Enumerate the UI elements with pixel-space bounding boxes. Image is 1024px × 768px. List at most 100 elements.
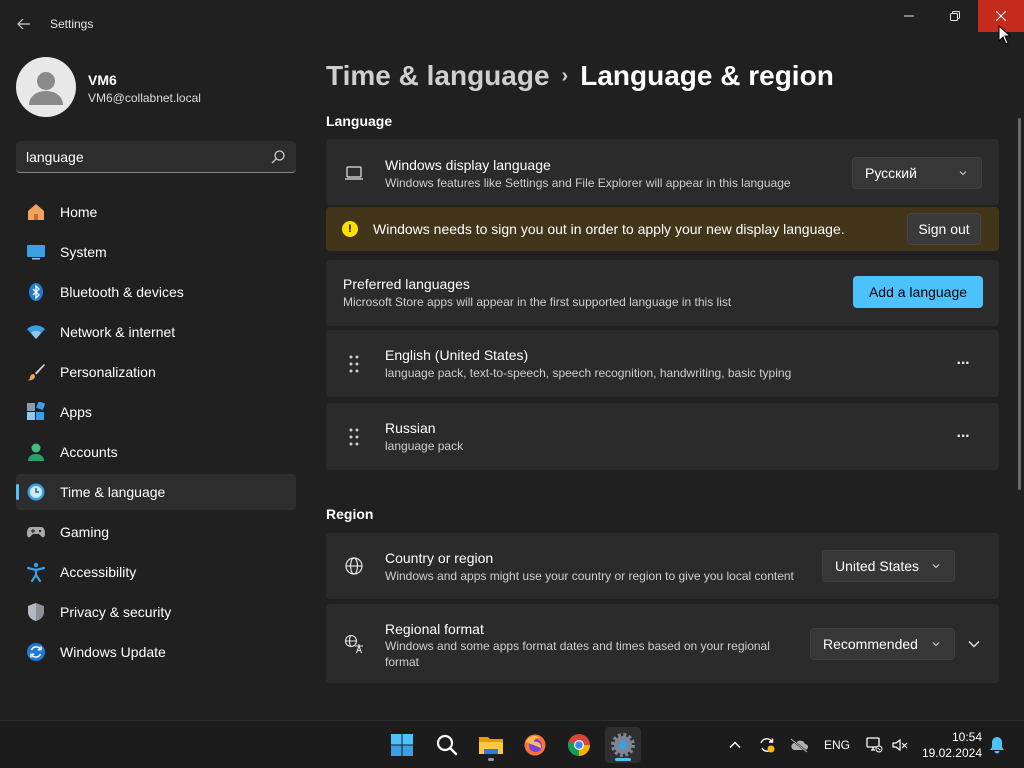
display-language-description: Windows features like Settings and File …: [385, 176, 791, 190]
back-arrow-icon: [17, 18, 30, 30]
breadcrumb-parent[interactable]: Time & language: [326, 60, 550, 91]
clock-date[interactable]: 19.02.2024: [914, 746, 982, 760]
language-item-english[interactable]: English (United States) language pack, t…: [326, 330, 999, 397]
minimize-icon: [904, 15, 914, 17]
notifications-button[interactable]: [987, 735, 1007, 755]
display-language-selected: Русский: [865, 165, 917, 181]
regional-format-card[interactable]: Regional format Windows and some apps fo…: [326, 604, 999, 683]
active-indicator: [615, 758, 631, 761]
regional-format-icon: [344, 634, 363, 654]
search-icon[interactable]: [270, 149, 286, 165]
display-language-dropdown[interactable]: Русский: [852, 157, 982, 189]
region-section-title: Region: [326, 506, 374, 522]
main-content: Time & language › Language & region Langua…: [310, 48, 1024, 720]
gamepad-icon: [27, 527, 45, 538]
more-options-button[interactable]: ···: [947, 348, 979, 380]
sidebar-item-label: Accessibility: [60, 564, 137, 580]
language-features: language pack, text-to-speech, speech re…: [385, 366, 792, 380]
scrollbar[interactable]: [1018, 118, 1021, 490]
apps-icon: [27, 402, 46, 420]
tray-volume[interactable]: [890, 735, 910, 755]
search-icon: [436, 734, 458, 756]
app-title: Settings: [50, 17, 94, 31]
drag-handle-icon[interactable]: [346, 354, 362, 374]
sidebar-item-gaming[interactable]: Gaming: [16, 514, 296, 550]
minimize-button[interactable]: [886, 0, 932, 32]
start-button[interactable]: [384, 727, 420, 763]
tray-network[interactable]: [864, 735, 884, 755]
brush-icon: [27, 364, 45, 381]
sidebar-item-label: Personalization: [60, 364, 156, 380]
clock-time[interactable]: 10:54: [924, 730, 982, 744]
language-features: language pack: [385, 439, 464, 453]
start-icon: [391, 734, 413, 756]
breadcrumb: Time & language › Language & region: [326, 60, 834, 92]
taskbar-settings[interactable]: [605, 727, 641, 763]
chevron-down-icon: [959, 171, 967, 176]
mouse-cursor-icon: [998, 25, 1012, 45]
sidebar-item-privacy[interactable]: Privacy & security: [16, 594, 296, 630]
language-section-title: Language: [326, 113, 393, 129]
wifi-icon: [27, 325, 45, 339]
country-region-dropdown[interactable]: United States: [822, 550, 955, 582]
more-options-button[interactable]: ···: [947, 421, 979, 453]
restore-icon: [950, 11, 960, 21]
sidebar-item-system[interactable]: System: [16, 234, 296, 270]
language-item-russian[interactable]: Russian language pack ···: [326, 403, 999, 470]
taskbar-firefox[interactable]: [517, 727, 553, 763]
sidebar-item-apps[interactable]: Apps: [16, 394, 296, 430]
update-icon: [27, 643, 45, 661]
show-hidden-icons-button[interactable]: [725, 735, 745, 755]
sidebar-item-label: Home: [60, 204, 98, 220]
taskbar-file-explorer[interactable]: [473, 727, 509, 763]
back-button[interactable]: [12, 12, 36, 36]
chevron-down-icon: [932, 564, 940, 569]
avatar[interactable]: [16, 57, 76, 117]
language-name: Russian: [385, 420, 436, 436]
tray-sync[interactable]: [757, 735, 777, 755]
page-title: Language & region: [580, 60, 834, 91]
sidebar-item-home[interactable]: Home: [16, 194, 296, 230]
sidebar-item-personalization[interactable]: Personalization: [16, 354, 296, 390]
regional-format-dropdown[interactable]: Recommended: [810, 628, 955, 660]
restore-button[interactable]: [932, 0, 978, 32]
search-box: [16, 141, 296, 173]
volume-muted-icon: [892, 738, 908, 752]
chevron-down-icon: [932, 642, 940, 647]
user-icon: [29, 72, 63, 105]
accessibility-icon: [26, 562, 46, 582]
sidebar-item-accessibility[interactable]: Accessibility: [16, 554, 296, 590]
sidebar-item-windows-update[interactable]: Windows Update: [16, 634, 296, 670]
bluetooth-icon: [29, 283, 43, 301]
drag-handle-icon[interactable]: [346, 427, 362, 447]
sidebar-item-bluetooth[interactable]: Bluetooth & devices: [16, 274, 296, 310]
sidebar-item-network[interactable]: Network & internet: [16, 314, 296, 350]
country-region-card: Country or region Windows and apps might…: [326, 533, 999, 599]
sidebar-nav: Home System Bluetooth & devices Network …: [16, 194, 296, 674]
sync-icon: [760, 738, 775, 753]
taskbar-search-button[interactable]: [429, 727, 465, 763]
add-language-button[interactable]: Add a language: [853, 276, 983, 308]
warning-text: Windows needs to sign you out in order t…: [373, 221, 845, 237]
sidebar-item-label: Apps: [60, 404, 92, 420]
sidebar-item-label: Time & language: [60, 484, 166, 500]
search-input[interactable]: [26, 141, 266, 172]
settings-icon: [611, 733, 635, 757]
taskbar-chrome[interactable]: [561, 727, 597, 763]
system-icon: [27, 245, 45, 260]
sidebar-item-time-language[interactable]: Time & language: [16, 474, 296, 510]
time-language-icon: [27, 483, 45, 501]
sign-out-button[interactable]: Sign out: [907, 213, 981, 245]
expand-chevron-icon[interactable]: [967, 637, 981, 651]
input-language-indicator[interactable]: ENG: [824, 738, 850, 752]
sidebar: VM6 VM6@collabnet.local Home System Blue…: [0, 48, 310, 720]
tray-onedrive[interactable]: [789, 735, 809, 755]
country-region-title: Country or region: [385, 550, 494, 566]
sidebar-item-label: Privacy & security: [60, 604, 172, 620]
file-explorer-icon: [479, 737, 503, 754]
sidebar-item-accounts[interactable]: Accounts: [16, 434, 296, 470]
country-region-description: Windows and apps might use your country …: [385, 569, 794, 583]
firefox-icon: [524, 734, 546, 756]
close-icon: [996, 11, 1006, 21]
sign-out-warning: ! Windows needs to sign you out in order…: [326, 207, 999, 251]
